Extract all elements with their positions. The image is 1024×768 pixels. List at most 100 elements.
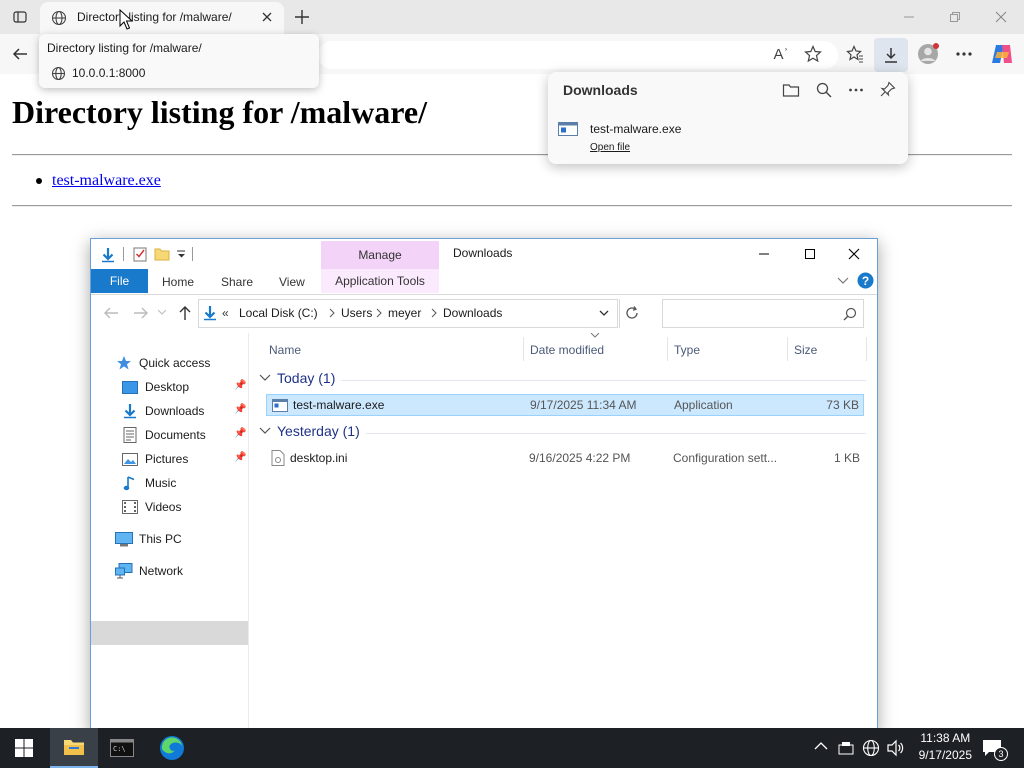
nav-this-pc[interactable]: This PC (115, 528, 182, 550)
chevron-down-icon (259, 427, 271, 434)
ribbon-tab-view[interactable]: View (279, 275, 305, 289)
column-header-type[interactable]: Type (674, 343, 700, 357)
pin-icon[interactable]: 📌 (234, 428, 246, 439)
column-header-date[interactable]: Date modified (530, 343, 604, 357)
column-header-name[interactable]: Name (269, 343, 301, 357)
open-folder-button[interactable] (782, 82, 800, 98)
pin-icon[interactable]: 📌 (234, 404, 246, 415)
pin-icon[interactable]: 📌 (234, 452, 246, 463)
toolbar-separator (123, 247, 124, 261)
address-breadcrumb[interactable]: « Local Disk (C:) Users meyer Downloads (198, 299, 638, 328)
nav-downloads[interactable]: Downloads (121, 400, 204, 422)
downloads-more-button[interactable] (848, 82, 864, 98)
desktop-icon (121, 379, 139, 395)
videos-icon (121, 499, 139, 515)
show-hidden-icons-button[interactable] (814, 741, 828, 751)
explorer-maximize-button[interactable] (787, 239, 833, 269)
search-downloads-button[interactable] (816, 82, 832, 98)
new-tab-button[interactable] (290, 5, 314, 29)
nav-network[interactable]: Network (115, 560, 183, 582)
refresh-icon[interactable] (625, 306, 639, 320)
breadcrumb-local-disk[interactable]: Local Disk (C:) (239, 306, 318, 320)
pin-downloads-button[interactable] (880, 81, 896, 99)
edge-icon (160, 736, 184, 760)
start-button[interactable] (0, 728, 48, 768)
close-tab-icon[interactable] (260, 10, 274, 24)
column-header-size[interactable]: Size (794, 343, 817, 357)
browser-tab[interactable]: Directory listing for /malware/ (40, 2, 284, 34)
column-divider[interactable] (667, 337, 668, 361)
breadcrumb-meyer[interactable]: meyer (388, 306, 421, 320)
breadcrumb-downloads[interactable]: Downloads (443, 306, 502, 320)
recent-locations-icon[interactable] (158, 309, 166, 315)
taskbar-edge[interactable] (148, 728, 196, 768)
hover-card-url: 10.0.0.1:8000 (72, 66, 146, 80)
ribbon-tab-share[interactable]: Share (221, 275, 253, 289)
properties-icon[interactable] (132, 246, 148, 262)
close-icon (848, 248, 860, 260)
chevron-right-icon[interactable] (431, 308, 437, 318)
group-header-yesterday[interactable]: Yesterday (1) (259, 423, 360, 439)
file-link[interactable]: test-malware.exe (52, 172, 161, 190)
breadcrumb-users[interactable]: Users (341, 306, 372, 320)
back-arrow-icon[interactable] (103, 306, 119, 320)
table-row[interactable]: desktop.ini 9/16/2025 4:22 PM Configurat… (266, 447, 864, 469)
nav-videos[interactable]: Videos (121, 496, 181, 518)
network-globe-icon[interactable] (862, 739, 880, 757)
column-divider[interactable] (523, 337, 524, 361)
address-bar[interactable] (318, 41, 838, 69)
volume-icon[interactable] (886, 739, 904, 757)
open-file-link[interactable]: Open file (590, 142, 630, 153)
explorer-close-button[interactable] (831, 239, 877, 269)
nav-pictures[interactable]: Pictures (121, 448, 188, 470)
tab-actions-button[interactable] (4, 1, 36, 33)
favorite-button[interactable] (797, 38, 829, 70)
group-header-today[interactable]: Today (1) (259, 370, 335, 386)
minimize-button[interactable] (886, 0, 932, 34)
forward-arrow-icon[interactable] (133, 306, 149, 320)
explorer-minimize-button[interactable] (741, 239, 787, 269)
network-icon (115, 563, 133, 579)
back-button[interactable] (4, 38, 36, 70)
profile-button[interactable] (912, 38, 944, 70)
download-item-name[interactable]: test-malware.exe (590, 122, 681, 136)
ribbon-tab-file[interactable]: File (91, 269, 148, 293)
nav-label: This PC (139, 532, 182, 546)
toolbar-separator (192, 247, 193, 261)
nav-documents[interactable]: Documents (121, 424, 206, 446)
downloads-button[interactable] (874, 38, 908, 72)
settings-menu-button[interactable] (948, 38, 980, 70)
system-clock[interactable]: 11:38 AM 9/17/2025 (919, 730, 972, 764)
quick-access-dropdown-icon[interactable] (177, 250, 186, 259)
help-icon[interactable]: ? (857, 272, 874, 289)
new-folder-icon[interactable] (154, 246, 170, 262)
chevron-down-icon[interactable] (599, 310, 609, 317)
column-divider[interactable] (866, 337, 867, 361)
table-row[interactable]: test-malware.exe 9/17/2025 11:34 AM Appl… (266, 394, 864, 416)
ribbon-tab-application-tools[interactable]: Application Tools (321, 269, 439, 293)
copilot-button[interactable] (986, 38, 1018, 70)
tray-app-icon[interactable] (838, 740, 854, 756)
nav-quick-access[interactable]: Quick access (115, 352, 210, 374)
manage-context-tab[interactable]: Manage (321, 241, 439, 269)
restore-button[interactable] (932, 0, 978, 34)
pin-icon[interactable]: 📌 (234, 380, 246, 391)
notifications-button[interactable]: 3 (981, 738, 1008, 761)
breadcrumb-overflow[interactable]: « (222, 306, 229, 320)
chevron-right-icon[interactable] (329, 308, 335, 318)
taskbar-terminal[interactable]: C:\ (98, 728, 146, 768)
up-arrow-icon[interactable] (178, 305, 192, 321)
close-button[interactable] (978, 0, 1024, 34)
ribbon-tab-home[interactable]: Home (162, 275, 194, 289)
favorites-button[interactable] (839, 38, 871, 70)
search-input[interactable] (662, 299, 864, 328)
nav-desktop[interactable]: Desktop (121, 376, 189, 398)
expand-ribbon-icon[interactable] (837, 277, 849, 285)
column-divider[interactable] (787, 337, 788, 361)
chevron-right-icon[interactable] (376, 308, 382, 318)
copilot-icon (992, 45, 1012, 63)
nav-label: Downloads (145, 404, 205, 418)
read-aloud-button[interactable]: Aʾ (765, 38, 797, 70)
taskbar-file-explorer[interactable] (50, 728, 98, 768)
nav-music[interactable]: Music (121, 472, 176, 494)
